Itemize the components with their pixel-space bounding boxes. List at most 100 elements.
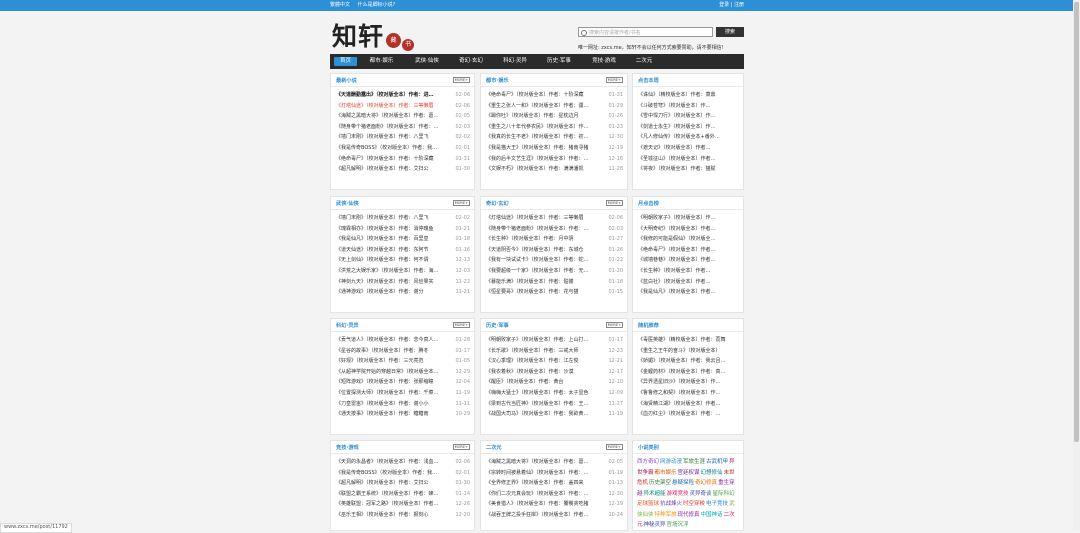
list-item[interactable]: 《你们二次元真会玩》（校对版全本）作者：… 12-30 [486, 489, 623, 500]
category-tag[interactable]: 中国神话 [701, 512, 723, 518]
more-button[interactable]: MORE+ [605, 77, 623, 83]
list-item[interactable]: 《诛仙》（精校版全本）作者：萧鼎 [638, 90, 739, 101]
what-is-footnote-link[interactable]: 什么是脚标小说? [358, 2, 396, 8]
list-item[interactable]: 《联盟之霸王系统》（校对版全本）作者：蜂… 01-14 [336, 489, 470, 500]
list-item[interactable]: 《圣墟征山》（校对版全本）作者… [638, 154, 739, 165]
category-tag[interactable]: 宫廷权谋 [678, 470, 700, 476]
category-tag[interactable]: 电子竞技 [706, 501, 728, 507]
scrollbar-thumb[interactable] [1074, 2, 1079, 442]
list-item[interactable]: 《神剑九天》（校对版全本）作者：风俭果实 11-22 [336, 277, 470, 288]
list-item[interactable]: 《重生之八十年代参农民》（校对版全本）作… 01-23 [486, 122, 623, 133]
list-item[interactable]: 《我真的长生不老》（校对版全本）作者：初… 12-30 [486, 132, 623, 143]
site-logo[interactable]: 知 轩 藏 书 [332, 17, 416, 53]
more-button[interactable]: MORE+ [452, 322, 470, 328]
list-item[interactable]: 《凡人修仙传》（校对版全本+番外… [638, 132, 739, 143]
list-item[interactable]: 《明朝败家子》（校对版全本）作… [638, 213, 739, 224]
list-item[interactable]: 《随身带个猪老面粉》（校对版全本）作者：… 02-03 [486, 224, 623, 235]
more-button[interactable]: MORE+ [452, 444, 470, 450]
list-item[interactable]: 《全界修正界》（校对版全本）作者：盖四来 01-13 [486, 478, 623, 489]
list-item[interactable]: 《鲁鲁修之和契》（校对版全本）作… [638, 388, 739, 399]
category-tag[interactable]: 古武机甲 [706, 459, 728, 465]
category-tag[interactable]: 历史架空 [649, 480, 671, 486]
list-item[interactable]: 《宗转时间被悬着仙》（校对版全本）作者：… 01-19 [486, 468, 623, 479]
category-tag[interactable]: 军旅生涯 [683, 459, 705, 465]
nav-acg[interactable]: 二次元 [630, 54, 658, 69]
category-tag[interactable]: 足球篮球 [637, 501, 659, 507]
list-item[interactable]: 《巫乐王相》（校对版全本）作者：报刻心 12-20 [336, 510, 470, 521]
list-item[interactable]: 《我是猫大王》（校对版全本）作者：猪南寻猪 12-19 [486, 143, 623, 154]
list-item[interactable]: 《血刃红尘》（校对版全本）作者：… [638, 409, 739, 420]
list-item[interactable]: 《天道酬勤露出》（校对版全本）作者：进… 02-06 [336, 90, 470, 101]
list-item[interactable]: 《我是传奇BOSS》（校对版全本）作者：我… 02-01 [336, 468, 470, 479]
category-tag[interactable]: 异术超能 [644, 491, 666, 497]
list-item[interactable]: 《绝命毒尸》（校对版全本）作者… [638, 245, 739, 256]
category-tag[interactable]: 西方奇幻 [637, 459, 659, 465]
list-item[interactable]: 《星谷的故事》（校对版全本）作者：腾冬 01-17 [336, 346, 470, 357]
category-tag[interactable]: 神秘灵异 [644, 522, 666, 528]
category-tag[interactable]: 时空穿梭 [683, 501, 705, 507]
list-item[interactable]: 《娇媚》（校对版全本）作者：我云且… [638, 356, 739, 367]
more-button[interactable]: MORE+ [452, 77, 470, 83]
list-item[interactable]: 《海贼之黑暗大将》（校对版全本）作者：葛… 02-05 [336, 111, 470, 122]
category-tag[interactable]: 奇幻修真 [695, 480, 717, 486]
list-item[interactable]: 《瑰霖相亦》（校对版全本）作者：消停瑰鱼 01-21 [336, 224, 470, 235]
category-tag[interactable]: 特种军旅 [655, 512, 677, 518]
list-item[interactable]: 《墙门末刚》（校对版全本）作者：八里飞 02-02 [336, 132, 470, 143]
login-register-link[interactable]: 登录 | 注册 [719, 0, 744, 11]
list-item[interactable]: 《蓝白社》（校对版全本）作者… [638, 277, 739, 288]
category-tag[interactable]: 现代修真 [678, 512, 700, 518]
nav-fantasy[interactable]: 奇幻·玄幻 [454, 54, 488, 69]
category-tag[interactable]: 灵异奇谈 [690, 491, 712, 497]
nav-home[interactable]: 首页 [334, 57, 357, 66]
list-item[interactable]: 《海贤精江湖》（校对版全本）作者… [638, 399, 739, 410]
more-button[interactable]: MORE+ [605, 322, 623, 328]
more-button[interactable]: MORE+ [605, 444, 623, 450]
list-item[interactable]: 《剑道士永生》（校对版全本）作… [638, 122, 739, 133]
list-item[interactable]: 《重生之张人一和》（校对版全本）作者：疆… 01-29 [486, 101, 623, 112]
list-item[interactable]: 《我要超级一个家》（校对版全本）作者：无… 01-20 [486, 266, 623, 277]
list-item[interactable]: 《恒星要哥》（校对版全本）作者：花与猫 01-15 [486, 287, 623, 298]
list-item[interactable]: 《海贼之黑暗大将》（校对版全本）作者：葛… 02-05 [486, 457, 623, 468]
list-item[interactable]: 《暴能乐满》（校对版全本）作者：骷髅 01-18 [486, 277, 623, 288]
nav-scifi[interactable]: 科幻·灵异 [498, 54, 532, 69]
list-item[interactable]: 《明朝败家子》（校对版全本）作者：上山打… 01-17 [486, 335, 623, 346]
list-item[interactable]: 《异界透星旧沙》（校对版全本）作… [638, 377, 739, 388]
list-item[interactable]: 《短阵游戏》（校对版全本）作者：张那缩瞳 12-04 [336, 377, 470, 388]
list-item[interactable]: 《梁到古代当匠神》（校对版全本）作者：王… 11-27 [486, 399, 623, 410]
list-item[interactable]: 《绝命毒尸》（校对版全本）作者：十阶深藏 01-31 [336, 154, 470, 165]
nav-urban[interactable]: 都市·娱乐 [362, 54, 401, 69]
list-item[interactable]: 《灯塔仙途》（校对版全本）作者：三等懒眉 02-06 [336, 101, 470, 112]
list-item[interactable]: 《我有一块试试卡》（校对版全本）作者：蛇… 01-22 [486, 255, 623, 266]
list-item[interactable]: 《美食猎人》（校对版全本）作者：饕餮贪吃猪 12-19 [486, 499, 623, 510]
list-item[interactable]: 《刀皇雷宙》（校对版全本）作者：谢小小 11-11 [336, 399, 470, 410]
list-item[interactable]: 《道天仙途》（校对版全本）作者：东阿节 01-16 [336, 245, 470, 256]
category-tag[interactable]: 游戏竞技 [667, 491, 689, 497]
list-item[interactable]: 《长生种》（校对版全本）作者… [638, 266, 739, 277]
category-tag[interactable]: 都市娱乐 [655, 470, 677, 476]
list-item[interactable]: 《长乐歌》（校对版全本）作者：三戒大师 12-23 [486, 346, 623, 357]
category-tag[interactable]: 网游动漫 [660, 459, 682, 465]
list-item[interactable]: 《墙门末刚》（校对版全本）作者：八里飞 02-02 [336, 213, 470, 224]
list-item[interactable]: 《超凡解明》（校对版全本）作者：艾扫公 01-30 [336, 164, 470, 175]
search-button[interactable]: 搜索 [716, 27, 744, 37]
search-input[interactable]: 搜索内容请按作者/书名 [578, 27, 713, 37]
list-item[interactable]: 《醒臣》（校对版全本）作者：黄台 12-10 [486, 377, 623, 388]
list-item[interactable]: 《我是仙凡》（校对版全本）作者… [638, 287, 739, 298]
category-tag[interactable]: 星际科幻 [713, 491, 735, 497]
list-item[interactable]: 《我是传奇BOSS》（校对版全本）作者：我… 02-01 [336, 143, 470, 154]
traditional-chinese-link[interactable]: 繁體中文 [330, 2, 350, 8]
list-item[interactable]: 《我衣着秋》（校对版全本）作者：沙漠 12-17 [486, 367, 623, 378]
list-item[interactable]: 《嗨嗨大猛士》（校对版全本）作者：太子显色 12-09 [486, 388, 623, 399]
list-item[interactable]: 《汉心季理》（校对版全本）作者：江左俊 12-21 [486, 356, 623, 367]
list-item[interactable]: 《灯塔仙途》（校对版全本）作者：三等懒眉 02-06 [486, 213, 623, 224]
nav-games[interactable]: 竞技·游戏 [587, 54, 621, 69]
list-item[interactable]: 《文娱不朽》（校对版全本）作者：满满潘凯 11-28 [486, 164, 623, 175]
nav-history[interactable]: 历史·军事 [542, 54, 576, 69]
list-item[interactable]: 《踢你吐》（校对版全本）作者：星枕边月 01-26 [486, 111, 623, 122]
list-item[interactable]: 《斗破苍穹》（校对版全本）作… [638, 101, 739, 112]
list-item[interactable]: 《天洞的永昌者》（校对版全本）作者：浅血… 02-06 [336, 457, 470, 468]
scrollbar[interactable] [1073, 0, 1080, 531]
list-item[interactable]: 《毒医英雄》（精校版全本）作者：荔舞 [638, 335, 739, 346]
list-item[interactable]: 《绝命毒尸》（校对版全本）作者：十阶深藏 01-31 [486, 90, 623, 101]
list-item[interactable]: 《无上剑仙》（校对版全本）作者：何不谓 12-13 [336, 255, 470, 266]
